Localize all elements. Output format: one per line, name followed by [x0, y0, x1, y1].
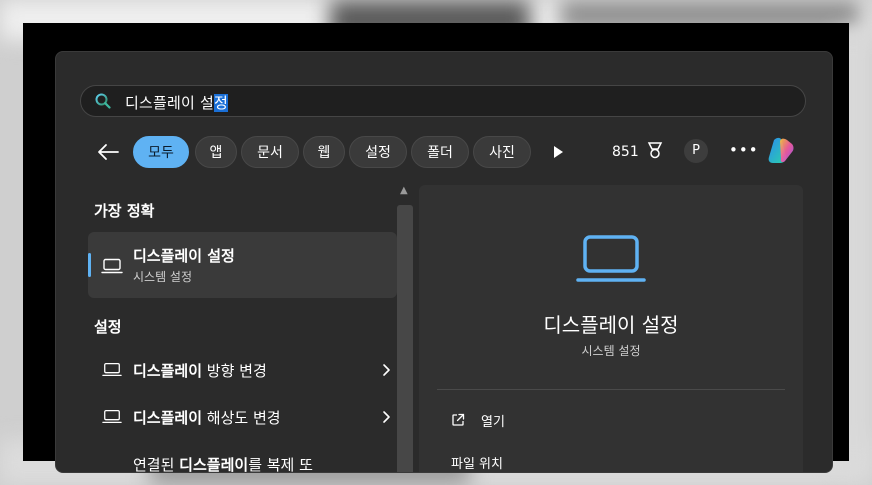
best-match-item[interactable]: 디스플레이 설정 시스템 설정	[88, 232, 397, 298]
selection-indicator	[88, 253, 91, 277]
filter-photos[interactable]: 사진	[473, 136, 531, 168]
scrollbar-thumb[interactable]	[397, 205, 413, 472]
start-search-panel: 디스플레이 설정 모두 앱 문서 웹 설정 폴더 사진 851 P ••• 가장…	[55, 51, 833, 473]
scroll-up-icon[interactable]: ▲	[400, 185, 408, 196]
copilot-icon[interactable]	[764, 134, 798, 172]
list-item[interactable]: 디스플레이 해상도 변경	[88, 397, 397, 437]
list-item-label: 디스플레이 해상도 변경	[133, 409, 281, 427]
filter-apps[interactable]: 앱	[195, 136, 237, 168]
filter-documents[interactable]: 문서	[241, 136, 299, 168]
search-query-selection: 정	[213, 94, 228, 112]
filter-web[interactable]: 웹	[303, 136, 345, 168]
results-list: 가장 정확 디스플레이 설정 시스템 설정 설정 디스플레이 방향 변경 디스플…	[56, 180, 418, 472]
search-box[interactable]: 디스플레이 설정	[80, 85, 806, 117]
search-icon	[95, 93, 111, 113]
best-match-title: 디스플레이 설정	[133, 247, 235, 265]
detail-pane: 디스플레이 설정 시스템 설정 열기 파일 위치	[419, 185, 803, 472]
laptop-icon	[575, 234, 647, 290]
medal-icon[interactable]	[646, 142, 664, 164]
best-match-heading: 가장 정확	[94, 202, 155, 220]
chevron-right-icon[interactable]	[381, 409, 391, 428]
play-icon[interactable]	[552, 144, 564, 163]
open-action[interactable]: 열기	[481, 411, 505, 430]
laptop-icon	[101, 258, 123, 278]
file-location-action[interactable]: 파일 위치	[451, 453, 503, 472]
list-item[interactable]: 연결된 디스플레이를 복제 또	[88, 444, 397, 473]
search-query-text: 디스플레이 설	[125, 94, 214, 112]
best-match-subtitle: 시스템 설정	[133, 270, 193, 284]
laptop-icon	[102, 362, 122, 381]
filter-bar: 모두 앱 문서 웹 설정 폴더 사진 851 P •••	[56, 134, 832, 170]
filter-all[interactable]: 모두	[133, 136, 189, 168]
more-options-icon[interactable]: •••	[729, 141, 759, 159]
list-item[interactable]: 디스플레이 방향 변경	[88, 350, 397, 390]
divider	[437, 389, 785, 390]
filter-settings[interactable]: 설정	[349, 136, 407, 168]
list-item-label: 디스플레이 방향 변경	[133, 362, 267, 380]
list-item-label: 연결된 디스플레이를 복제 또	[133, 456, 313, 473]
settings-heading: 설정	[94, 318, 122, 336]
laptop-icon	[102, 409, 122, 428]
profile-avatar[interactable]: P	[684, 139, 708, 163]
back-arrow-icon[interactable]	[96, 142, 120, 162]
chevron-right-icon[interactable]	[381, 362, 391, 381]
filter-folders[interactable]: 폴더	[411, 136, 469, 168]
open-external-icon[interactable]	[451, 412, 465, 431]
search-query[interactable]: 디스플레이 설정	[125, 92, 228, 113]
rewards-points[interactable]: 851	[612, 144, 639, 160]
detail-title: 디스플레이 설정	[543, 313, 679, 337]
detail-subtitle: 시스템 설정	[581, 344, 641, 358]
